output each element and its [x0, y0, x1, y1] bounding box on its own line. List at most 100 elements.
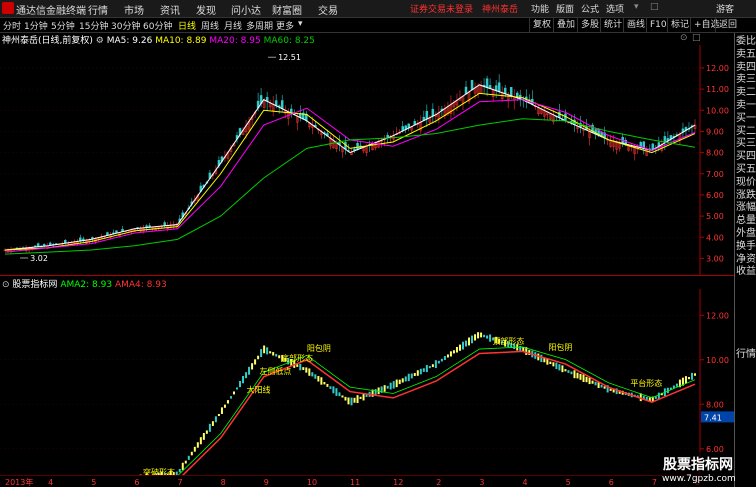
btn-tongji[interactable]: 统计: [600, 18, 625, 32]
period-15min[interactable]: 15分钟: [79, 19, 108, 32]
indicator-bar: [570, 371, 573, 375]
indicator-bar: [588, 377, 591, 385]
user-label[interactable]: 游客: [716, 2, 734, 15]
btn-diejia[interactable]: 叠加: [553, 18, 578, 32]
sidebar-item[interactable]: 收益: [736, 265, 756, 278]
pattern-annotation: 阳包阴: [548, 342, 572, 352]
sidebar-item[interactable]: 卖一: [736, 99, 756, 112]
sidebar-item[interactable]: 买一: [736, 112, 756, 125]
menu-gongneng[interactable]: 功能: [531, 2, 549, 15]
sidebar-item[interactable]: 现价: [736, 176, 756, 189]
indicator-bar: [305, 367, 308, 373]
menu-caifuquan[interactable]: 财富圈: [272, 2, 302, 17]
period-5min[interactable]: 5分钟: [51, 19, 75, 32]
indicator-bar: [564, 369, 567, 372]
axis-tick-label: 12.00: [706, 311, 729, 320]
main-kline-chart[interactable]: 12.00 11.00 10.00 9.00 8.00 7.00 6.00 5.00 4.00 3…: [0, 45, 734, 275]
menu-wenxiaoda[interactable]: 问小达: [231, 2, 261, 17]
indicator-bar: [214, 416, 217, 423]
menu-banmian[interactable]: 版面: [556, 2, 574, 15]
sidebar-item[interactable]: 买五: [736, 163, 756, 176]
period-fenshi[interactable]: 分时: [3, 19, 21, 32]
sidebar-item[interactable]: 卖四: [736, 61, 756, 74]
date-tick-label: 2013年: [5, 477, 33, 487]
indicator-bar: [275, 353, 278, 357]
axis-tick-label: 11.00: [706, 85, 729, 94]
btn-duogu[interactable]: 多股: [577, 18, 602, 32]
btn-biaoji[interactable]: 标记: [667, 18, 692, 32]
menu-faxian[interactable]: 发现: [196, 2, 216, 17]
sidebar-item[interactable]: 涨跌: [736, 189, 756, 202]
sidebar-item[interactable]: 净资: [736, 253, 756, 266]
indicator-bar: [455, 346, 458, 353]
btn-huaxian[interactable]: 画线: [623, 18, 648, 32]
dropdown-icon[interactable]: ▾: [634, 2, 639, 12]
date-tick-label: 7: [652, 478, 657, 487]
watermark-url: www.7gpzb.com: [662, 474, 736, 484]
candle-body: [280, 100, 284, 109]
indicator-bar: [461, 341, 464, 350]
sidebar-item[interactable]: 涨幅: [736, 201, 756, 214]
pane-divider[interactable]: [0, 275, 734, 276]
axis-tick-label: 8.00: [706, 149, 724, 158]
period-week[interactable]: 周线: [201, 19, 219, 32]
indicator-bar: [480, 332, 483, 338]
date-tick-label: 4: [523, 478, 528, 487]
restore-icon[interactable]: □: [650, 2, 659, 12]
sidebar-item[interactable]: 外盘: [736, 227, 756, 240]
app-name: 通达信金融终端: [16, 6, 86, 17]
indicator-bar: [211, 421, 214, 426]
period-month[interactable]: 月线: [224, 19, 242, 32]
pin-icon[interactable]: ⊙: [680, 33, 688, 43]
menu-zixun[interactable]: 资讯: [160, 2, 180, 17]
series-line: [4, 99, 696, 253]
sidebar-item[interactable]: 卖五: [736, 48, 756, 61]
sidebar-item[interactable]: 买三: [736, 137, 756, 150]
menu-xuanxiang[interactable]: 选项: [606, 2, 624, 15]
indicator-bar: [576, 372, 579, 379]
indicator-bar: [308, 368, 311, 376]
period-multi[interactable]: 多周期: [246, 19, 273, 32]
menu-shichang[interactable]: 市场: [124, 2, 144, 17]
indicator-bar: [552, 362, 555, 367]
period-more[interactable]: 更多: [276, 19, 294, 32]
expand-icon[interactable]: □: [692, 33, 701, 43]
indicator-bar: [359, 396, 362, 399]
period-30min[interactable]: 30分钟: [111, 19, 140, 32]
candle-body: [470, 80, 474, 91]
date-tick-label: 3: [479, 478, 484, 487]
indicator-chart[interactable]: 12.0010.008.006.00突破形态大阳线左侧低点底部形态阳包阴顶部形态…: [0, 289, 734, 475]
sidebar-item[interactable]: 总量: [736, 214, 756, 227]
menu-gongshi[interactable]: 公式: [581, 2, 599, 15]
quote-sidebar: 委比 卖五 卖四 卖三 卖二 卖一 买一 买二 买三 买四 买五 现价 涨跌 涨幅 总量 外盘 换手 净资 收益行情: [734, 33, 756, 487]
chevron-down-icon[interactable]: ▾: [298, 19, 303, 29]
indicator-bar: [540, 354, 543, 363]
menu-jiaoyi[interactable]: 交易: [318, 2, 338, 17]
indicator-bar: [609, 388, 612, 391]
date-tick-label: 7: [178, 478, 183, 487]
menu-hangqing[interactable]: 行情: [88, 2, 108, 17]
sidebar-item[interactable]: 换手: [736, 240, 756, 253]
btn-fanhui[interactable]: 返回: [715, 18, 740, 32]
btn-fuquan[interactable]: 复权: [529, 18, 554, 32]
login-warning[interactable]: 证券交易未登录: [410, 2, 473, 15]
period-1min[interactable]: 1分钟: [24, 19, 48, 32]
period-day[interactable]: 日线: [178, 19, 196, 32]
indicator-bar: [389, 382, 392, 390]
pattern-annotation: 大阳线: [247, 384, 271, 394]
period-60min[interactable]: 60分钟: [143, 19, 172, 32]
sidebar-item[interactable]: 卖三: [736, 73, 756, 86]
indicator-bar: [329, 386, 332, 389]
sidebar-item[interactable]: 行情: [736, 348, 756, 361]
sidebar-item[interactable]: 买四: [736, 150, 756, 163]
axis-tick-label: 5.00: [706, 212, 724, 221]
indicator-bar: [437, 360, 440, 364]
sidebar-item[interactable]: 买二: [736, 125, 756, 138]
series-line: [4, 84, 696, 251]
sidebar-item[interactable]: 卖二: [736, 86, 756, 99]
sidebar-item[interactable]: 委比: [736, 35, 756, 48]
indicator-bar: [353, 397, 356, 403]
indicator-bar: [428, 366, 431, 369]
date-tick-label: 5: [91, 478, 96, 487]
indicator-bar: [694, 373, 696, 376]
